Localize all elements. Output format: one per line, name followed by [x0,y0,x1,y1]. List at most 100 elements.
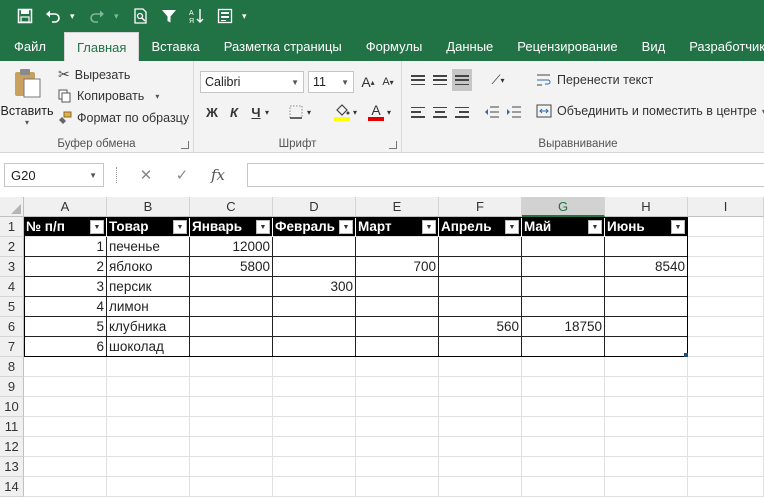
undo-dropdown-icon[interactable]: ▾ [70,11,80,22]
column-header-a[interactable]: A [24,197,107,217]
cell[interactable] [522,397,605,417]
row-header[interactable]: 8 [0,357,24,377]
cell[interactable] [107,477,190,497]
cell[interactable] [522,377,605,397]
table-cell[interactable]: персик [107,277,190,297]
table-cell[interactable] [273,337,356,357]
print-preview-icon[interactable] [130,5,152,27]
table-cell[interactable] [190,297,273,317]
table-cell[interactable] [273,297,356,317]
column-header-g[interactable]: G [522,197,605,217]
formula-input[interactable] [247,163,764,187]
font-launcher-icon[interactable] [389,141,397,149]
cell[interactable] [605,397,688,417]
cell[interactable] [107,417,190,437]
table-cell[interactable]: 5800 [190,257,273,277]
cell[interactable] [190,477,273,497]
table-cell[interactable] [605,317,688,337]
cell[interactable] [273,417,356,437]
table-cell[interactable]: 6 [24,337,107,357]
table-cell[interactable]: 2 [24,257,107,277]
font-color-button[interactable]: A [366,101,386,123]
form-icon[interactable] [214,5,236,27]
cell[interactable] [24,477,107,497]
merge-center-button[interactable]: Объединить и поместить в центре ▾ [536,104,764,118]
cell[interactable] [190,417,273,437]
table-cell[interactable]: 18750 [522,317,605,337]
font-color-dropdown-icon[interactable]: ▾ [384,101,394,123]
cell[interactable] [605,357,688,377]
tab-insert[interactable]: Вставка [139,32,211,61]
row-header[interactable]: 10 [0,397,24,417]
sort-icon[interactable]: AЯ [186,5,208,27]
cell[interactable] [356,477,439,497]
cell[interactable] [273,357,356,377]
table-cell[interactable] [356,277,439,297]
align-middle-button[interactable] [430,69,450,91]
table-header-cell[interactable]: Май ▼ [522,217,605,237]
filter-dropdown-icon[interactable]: ▼ [339,220,353,234]
filter-dropdown-icon[interactable]: ▼ [256,220,270,234]
enter-icon[interactable]: ✓ [164,166,200,184]
table-cell[interactable]: лимон [107,297,190,317]
filter-dropdown-icon[interactable]: ▼ [422,220,436,234]
table-cell[interactable]: 560 [439,317,522,337]
table-cell[interactable]: 4 [24,297,107,317]
column-header-c[interactable]: C [190,197,273,217]
cell[interactable] [688,257,764,277]
cell[interactable] [190,457,273,477]
tab-developer[interactable]: Разработчик [677,32,764,61]
increase-indent-button[interactable] [504,101,524,123]
cell[interactable] [605,437,688,457]
cell[interactable] [107,377,190,397]
table-cell[interactable] [522,337,605,357]
cell[interactable] [107,457,190,477]
table-resize-handle[interactable] [684,353,688,357]
cell[interactable] [522,437,605,457]
tab-page-layout[interactable]: Разметка страницы [212,32,354,61]
filter-dropdown-icon[interactable]: ▼ [90,220,104,234]
cell[interactable] [273,457,356,477]
filter-dropdown-icon[interactable]: ▼ [173,220,187,234]
tab-file[interactable]: Файл [2,32,58,61]
column-header-h[interactable]: H [605,197,688,217]
cell[interactable] [439,477,522,497]
table-cell[interactable] [190,277,273,297]
row-header[interactable]: 9 [0,377,24,397]
cell[interactable] [522,357,605,377]
font-name-select[interactable]: Calibri ▼ [200,71,304,93]
table-cell[interactable] [356,337,439,357]
row-header[interactable]: 4 [0,277,24,297]
table-cell[interactable] [356,237,439,257]
table-cell[interactable] [273,257,356,277]
row-header[interactable]: 3 [0,257,24,277]
borders-dropdown-icon[interactable]: ▾ [304,101,314,123]
table-cell[interactable]: 5 [24,317,107,337]
table-cell[interactable]: 300 [273,277,356,297]
cell[interactable] [24,457,107,477]
filter-dropdown-icon[interactable]: ▼ [588,220,602,234]
table-cell[interactable] [356,297,439,317]
cell[interactable] [107,437,190,457]
align-bottom-button[interactable] [452,69,472,91]
cell[interactable] [24,437,107,457]
cell[interactable] [522,477,605,497]
table-cell[interactable] [439,337,522,357]
cell[interactable] [273,397,356,417]
cell[interactable] [688,417,764,437]
table-cell[interactable] [439,257,522,277]
cell[interactable] [190,437,273,457]
fill-color-button[interactable] [332,101,352,123]
table-header-cell[interactable]: Товар ▼ [107,217,190,237]
table-cell[interactable] [356,317,439,337]
cell[interactable] [605,417,688,437]
insert-function-icon[interactable]: fx [200,166,236,184]
cell[interactable] [688,317,764,337]
filter-dropdown-icon[interactable]: ▼ [505,220,519,234]
cell[interactable] [439,417,522,437]
column-header-d[interactable]: D [273,197,356,217]
cell[interactable] [190,397,273,417]
orientation-button[interactable]: ⟋ ▾ [484,69,512,91]
cell[interactable] [688,297,764,317]
table-cell[interactable] [273,317,356,337]
